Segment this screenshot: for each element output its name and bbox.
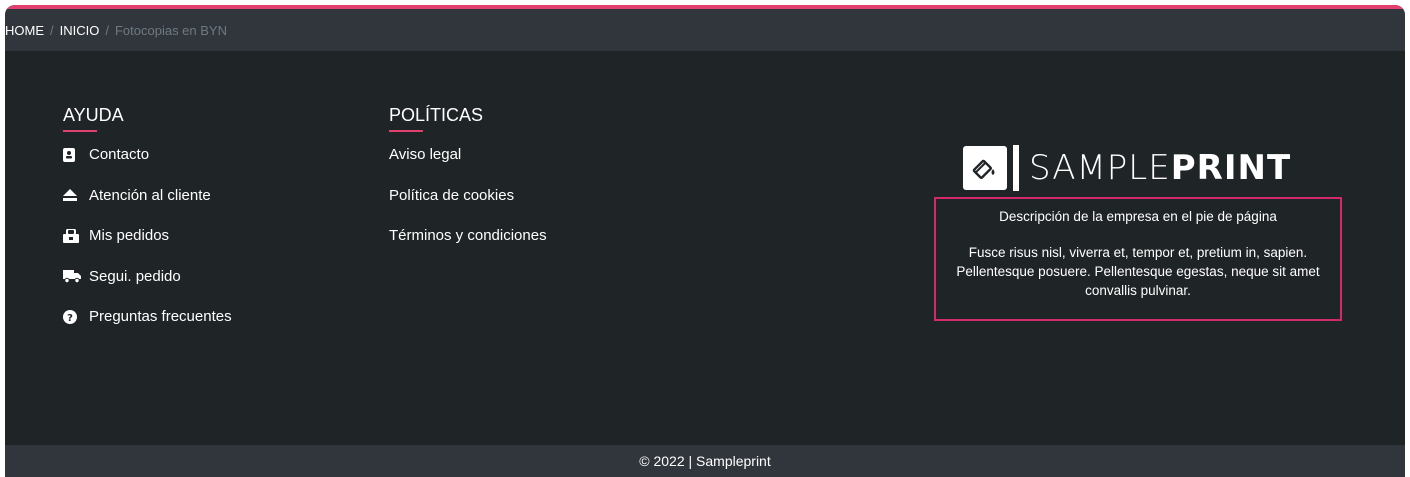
breadcrumb-current: Fotocopias en BYN [114,22,227,38]
brand-logo[interactable]: SAMPLEPRINT [963,145,1291,191]
help-list: Contacto Atención al cliente Mis pedidos… [63,146,232,349]
eject-icon [63,187,89,204]
help-heading: AYUDA [63,105,232,132]
logo-divider [1013,145,1019,191]
policies-list: Aviso legal Política de cookies Términos… [389,146,547,268]
breadcrumb-inicio[interactable]: INICIO [60,23,100,38]
policy-link-aviso-legal[interactable]: Aviso legal [389,146,547,187]
breadcrumb: HOME / INICIO / Fotocopias en BYN [5,9,1405,51]
help-title: AYUDA [63,105,124,125]
paint-bucket-icon [963,146,1007,190]
brand-name-light: SAMPLE [1029,148,1171,188]
page-frame: HOME / INICIO / Fotocopias en BYN AYUDA … [5,5,1405,477]
svg-text:?: ? [67,313,73,324]
policies-heading: POLÍTICAS [389,105,547,132]
help-item-seguimiento[interactable]: Segui. pedido [63,268,232,309]
help-item-label: Mis pedidos [89,227,170,244]
shopping-bag-icon [63,227,89,244]
help-column: AYUDA Contacto Atención al cliente Mis p… [63,105,232,349]
contact-card-icon [63,146,89,163]
help-item-pedidos[interactable]: Mis pedidos [63,227,232,268]
breadcrumb-separator: / [50,22,54,38]
help-item-label: Contacto [89,146,150,163]
company-description: Descripción de la empresa en el pie de p… [934,197,1342,321]
help-item-label: Atención al cliente [89,186,211,204]
policy-link-cookies[interactable]: Política de cookies [389,187,547,228]
policies-title: POLÍTICAS [389,105,484,125]
copyright-text: © 2022 | Sampleprint [639,453,771,469]
brand-name-bold: PRINT [1170,148,1292,188]
description-heading: Descripción de la empresa en el pie de p… [999,209,1277,224]
question-circle-icon: ? [63,308,89,325]
help-item-atencion[interactable]: Atención al cliente [63,187,232,228]
help-item-faq[interactable]: ? Preguntas frecuentes [63,308,232,349]
footer-bar: © 2022 | Sampleprint [5,445,1405,477]
help-item-contacto[interactable]: Contacto [63,146,232,187]
truck-icon [63,268,89,285]
description-body: Fusce risus nisl, viverra et, tempor et,… [956,245,1320,298]
policy-link-terminos[interactable]: Términos y condiciones [389,227,547,268]
heading-underline [389,130,423,132]
help-item-label: Preguntas frecuentes [89,308,232,325]
breadcrumb-home[interactable]: HOME [5,23,44,38]
brand-wordmark: SAMPLEPRINT [1029,148,1291,188]
help-item-label: Segui. pedido [89,267,181,285]
breadcrumb-separator: / [105,22,109,38]
heading-underline [63,130,97,132]
policies-column: POLÍTICAS Aviso legal Política de cookie… [389,105,547,268]
